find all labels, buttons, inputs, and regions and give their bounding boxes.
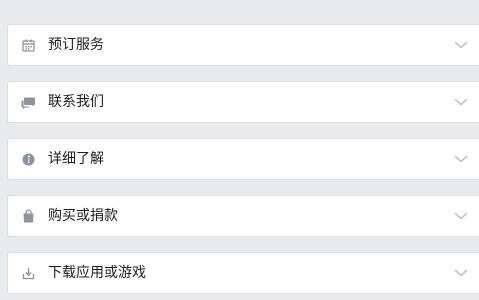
chevron-down-icon[interactable] bbox=[454, 210, 468, 222]
menu-item-label: 详细了解 bbox=[48, 151, 104, 167]
menu-item-label: 预订服务 bbox=[48, 37, 104, 53]
chat-bubbles-icon bbox=[21, 95, 36, 110]
menu-item-buy-or-donate[interactable]: 购买或捐款 bbox=[7, 195, 479, 237]
chevron-down-icon[interactable] bbox=[454, 96, 468, 108]
menu-item-book-services[interactable]: 预订服务 bbox=[7, 24, 479, 66]
menu-item-label: 联系我们 bbox=[48, 94, 104, 110]
menu-item-label: 下载应用或游戏 bbox=[48, 265, 146, 281]
chevron-down-icon[interactable] bbox=[454, 267, 468, 279]
menu-item-download-app-or-game[interactable]: 下载应用或游戏 bbox=[7, 252, 479, 294]
menu-item-label: 购买或捐款 bbox=[48, 208, 118, 224]
menu-item-learn-more[interactable]: 详细了解 bbox=[7, 138, 479, 180]
chevron-down-icon[interactable] bbox=[454, 39, 468, 51]
calendar-icon bbox=[21, 38, 36, 53]
menu-item-contact-us[interactable]: 联系我们 bbox=[7, 81, 479, 123]
shopping-bag-icon bbox=[21, 209, 36, 224]
info-icon bbox=[21, 152, 36, 167]
chevron-down-icon[interactable] bbox=[454, 153, 468, 165]
download-icon bbox=[21, 266, 36, 281]
